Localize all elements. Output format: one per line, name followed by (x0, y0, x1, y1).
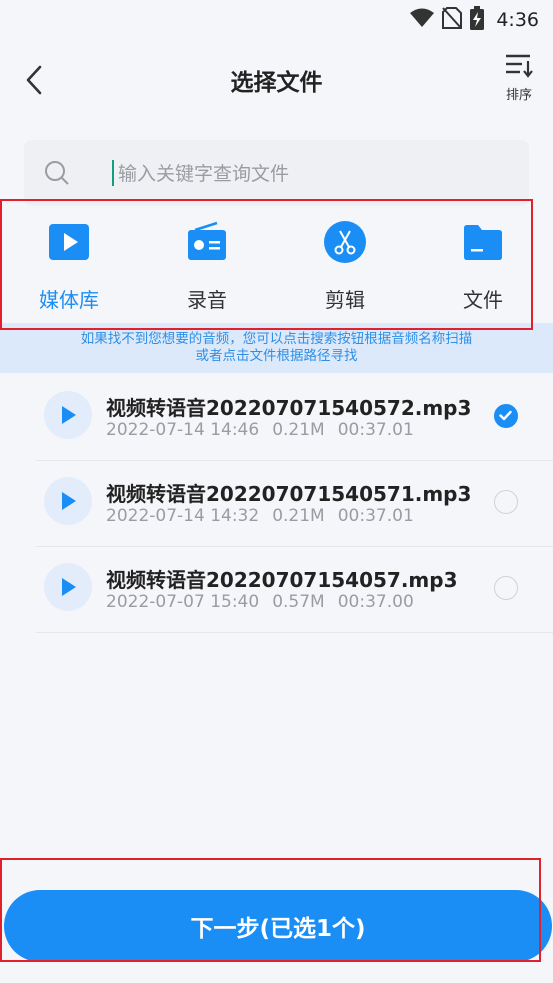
status-bar: 4:36 (0, 0, 553, 38)
play-button[interactable] (44, 563, 92, 611)
file-duration: 00:37.01 (337, 420, 414, 440)
sort-icon (504, 54, 534, 82)
page-title: 选择文件 (230, 70, 323, 96)
wifi-icon (410, 8, 435, 32)
scissors-icon (323, 220, 367, 264)
file-date: 2022-07-07 15:40 (106, 592, 260, 612)
hint-line-1: 如果找不到您想要的音频，您可以点击搜索按钮根据音频名称扫描 (80, 331, 473, 347)
search-bar[interactable] (24, 140, 529, 206)
folder-icon (461, 220, 505, 264)
search-icon (44, 160, 70, 190)
tab-label: 媒体库 (39, 288, 99, 312)
hint-line-2: 或者点击文件根据路径寻找 (195, 348, 358, 364)
no-sim-icon (442, 7, 463, 33)
radio-icon (185, 220, 229, 264)
file-name: 视频转语音202207071540572.mp3 (106, 396, 472, 420)
hint-banner: 如果找不到您想要的音频，您可以点击搜索按钮根据音频名称扫描 或者点击文件根据路径… (0, 323, 553, 373)
file-date: 2022-07-14 14:46 (106, 420, 260, 440)
file-list: 视频转语音202207071540572.mp3 2022-07-14 14:4… (0, 375, 553, 633)
tab-files[interactable]: 文件 (423, 220, 543, 313)
search-input[interactable] (116, 154, 520, 194)
tab-recordings[interactable]: 录音 (147, 220, 267, 313)
tab-label: 剪辑 (325, 288, 365, 312)
file-size: 0.21M (272, 506, 325, 526)
select-checkbox[interactable] (494, 490, 518, 514)
status-time: 4:36 (496, 9, 539, 31)
tab-clips[interactable]: 剪辑 (285, 220, 405, 313)
file-size: 0.21M (272, 420, 325, 440)
battery-charging-icon (470, 6, 485, 34)
play-box-icon (47, 220, 91, 264)
list-item[interactable]: 视频转语音20220707154057.mp3 2022-07-07 15:40… (0, 547, 553, 633)
select-checkbox[interactable] (494, 404, 518, 428)
list-item[interactable]: 视频转语音202207071540571.mp3 2022-07-14 14:3… (0, 461, 553, 547)
file-duration: 00:37.00 (337, 592, 414, 612)
sort-button[interactable]: 排序 (499, 52, 539, 103)
sort-label: 排序 (505, 88, 532, 103)
text-cursor (112, 160, 114, 186)
file-duration: 00:37.01 (337, 506, 414, 526)
file-name: 视频转语音20220707154057.mp3 (106, 568, 458, 592)
file-meta: 2022-07-07 15:40 0.57M 00:37.00 (106, 592, 427, 612)
file-meta: 2022-07-14 14:32 0.21M 00:37.01 (106, 506, 427, 526)
file-size: 0.57M (272, 592, 325, 612)
header: 选择文件 排序 (0, 38, 553, 124)
file-meta: 2022-07-14 14:46 0.21M 00:37.01 (106, 420, 427, 440)
select-checkbox[interactable] (494, 576, 518, 600)
file-date: 2022-07-14 14:32 (106, 506, 260, 526)
tab-media-library[interactable]: 媒体库 (9, 220, 129, 341)
play-button[interactable] (44, 391, 92, 439)
play-button[interactable] (44, 477, 92, 525)
tab-label: 录音 (187, 288, 227, 312)
file-name: 视频转语音202207071540571.mp3 (106, 482, 472, 506)
tab-label: 文件 (463, 288, 503, 312)
next-step-button[interactable]: 下一步(已选1个) (4, 890, 552, 962)
divider (36, 632, 553, 633)
category-tabs: 媒体库 录音 剪辑 文件 (0, 200, 553, 341)
list-item[interactable]: 视频转语音202207071540572.mp3 2022-07-14 14:4… (0, 375, 553, 461)
bottom-bar: 下一步(已选1个) (0, 870, 553, 983)
